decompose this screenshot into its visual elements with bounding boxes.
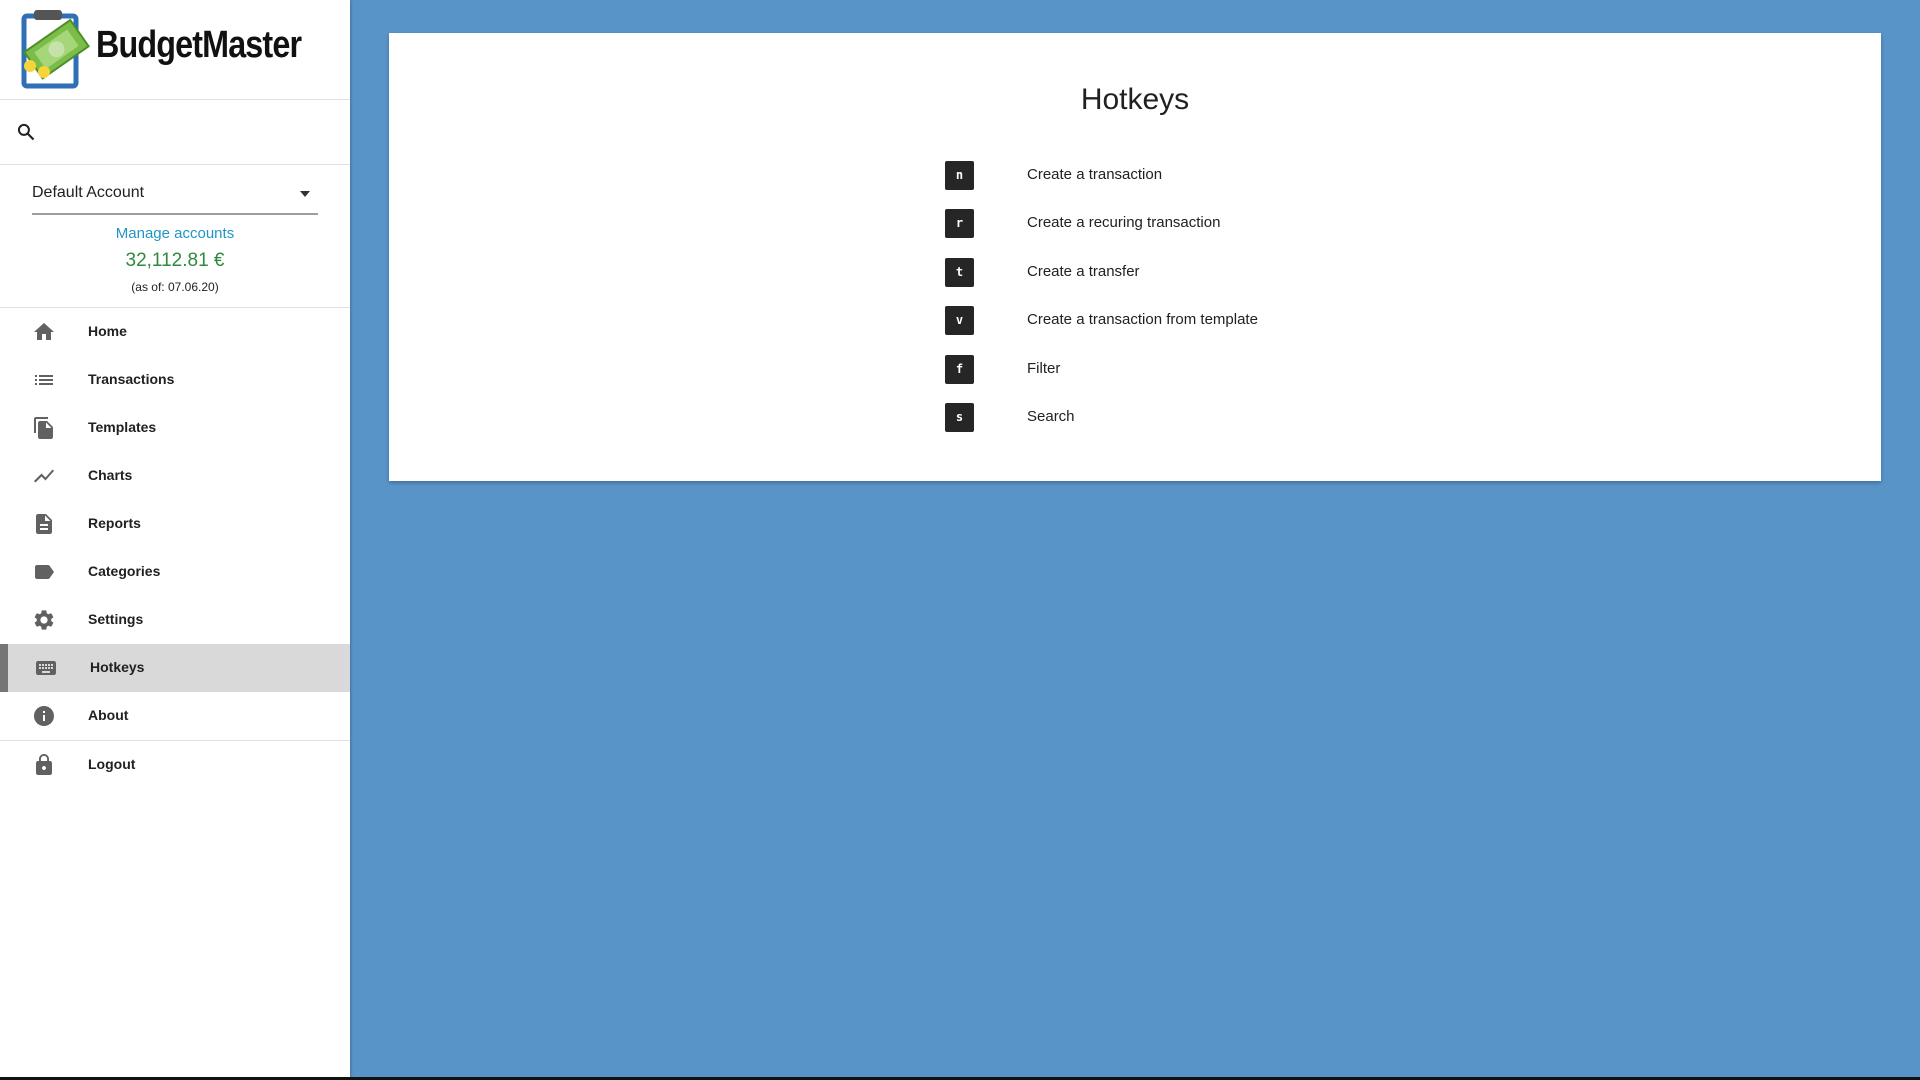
- sidebar-item-label: Transactions: [88, 371, 175, 387]
- sidebar-item-categories[interactable]: Categories: [0, 548, 350, 596]
- chart-line-icon: [34, 469, 54, 483]
- logo-area: BudgetMaster: [0, 0, 350, 100]
- sidebar-item-label: Charts: [88, 467, 133, 483]
- sidebar-item-logout[interactable]: Logout: [0, 741, 350, 789]
- hotkey-key: s: [945, 403, 974, 432]
- hotkey-description: Create a recuring transaction: [1027, 214, 1221, 231]
- hotkey-key: r: [945, 209, 974, 238]
- sidebar-item-reports[interactable]: Reports: [0, 500, 350, 548]
- sidebar-item-about[interactable]: About: [0, 692, 350, 740]
- sidebar-item-label: Settings: [88, 611, 144, 627]
- page-title: Hotkeys: [1080, 83, 1190, 116]
- sidebar-item-settings[interactable]: Settings: [0, 596, 350, 644]
- hotkey-key: f: [945, 355, 974, 384]
- hotkey-description: Create a transfer: [1027, 263, 1140, 280]
- hotkey-key: n: [945, 161, 974, 190]
- hotkey-description: Create a transaction from template: [1027, 311, 1258, 328]
- hotkeys-card: Hotkeys n Create a transaction r Create …: [389, 33, 1881, 481]
- manage-accounts-link[interactable]: Manage accounts: [0, 225, 350, 242]
- budgetmaster-logo-icon: [21, 10, 90, 89]
- sidebar-item-label: Reports: [88, 515, 141, 531]
- sidebar: BudgetMaster Default Account Manage acco…: [0, 0, 350, 1080]
- search-input[interactable]: [46, 116, 340, 150]
- sidebar-item-charts[interactable]: Charts: [0, 452, 350, 500]
- file-copy-icon: [34, 417, 53, 439]
- hotkey-description: Filter: [1027, 360, 1061, 377]
- sidebar-item-label: Home: [88, 323, 127, 339]
- account-select-value: Default Account: [32, 184, 145, 201]
- hotkey-row: f Filter: [945, 355, 1445, 385]
- sidebar-nav: Home Transactions Templates Charts Repor…: [0, 308, 350, 789]
- balance-date: (as of: 07.06.20): [131, 280, 219, 294]
- sidebar-item-label: Hotkeys: [90, 659, 145, 675]
- hotkey-key: t: [945, 258, 974, 287]
- gear-icon: [34, 610, 54, 630]
- sidebar-item-label: About: [88, 707, 129, 723]
- list-icon: [35, 375, 53, 385]
- hotkey-description: Create a transaction: [1027, 166, 1163, 183]
- sidebar-item-templates[interactable]: Templates: [0, 404, 350, 452]
- sidebar-item-transactions[interactable]: Transactions: [0, 356, 350, 404]
- search-bar: [0, 100, 350, 165]
- app-name: BudgetMaster: [96, 24, 302, 66]
- label-icon: [35, 565, 54, 579]
- sidebar-item-label: Templates: [88, 419, 157, 435]
- info-icon: [34, 706, 54, 726]
- account-panel: Default Account Manage accounts 32,112.8…: [0, 165, 350, 308]
- hotkey-description: Search: [1027, 408, 1075, 425]
- caret-down-icon: [300, 191, 310, 197]
- hotkey-row: t Create a transfer: [945, 258, 1445, 288]
- hotkey-row: s Search: [945, 403, 1445, 433]
- account-balance: 32,112.81 €: [125, 250, 225, 271]
- description-icon: [36, 514, 52, 534]
- sidebar-item-label: Logout: [88, 756, 136, 772]
- sidebar-item-label: Categories: [88, 563, 161, 579]
- hotkey-row: r Create a recuring transaction: [945, 209, 1445, 239]
- search-icon[interactable]: [16, 122, 36, 142]
- sidebar-item-hotkeys[interactable]: Hotkeys: [0, 644, 350, 692]
- hotkey-row: n Create a transaction: [945, 161, 1445, 191]
- sidebar-item-home[interactable]: Home: [0, 308, 350, 356]
- home-icon: [34, 323, 54, 340]
- keyboard-icon: [36, 661, 56, 675]
- lock-icon: [36, 754, 52, 775]
- hotkey-key: v: [945, 306, 974, 335]
- hotkey-row: v Create a transaction from template: [945, 306, 1445, 336]
- account-select[interactable]: Default Account: [32, 175, 318, 215]
